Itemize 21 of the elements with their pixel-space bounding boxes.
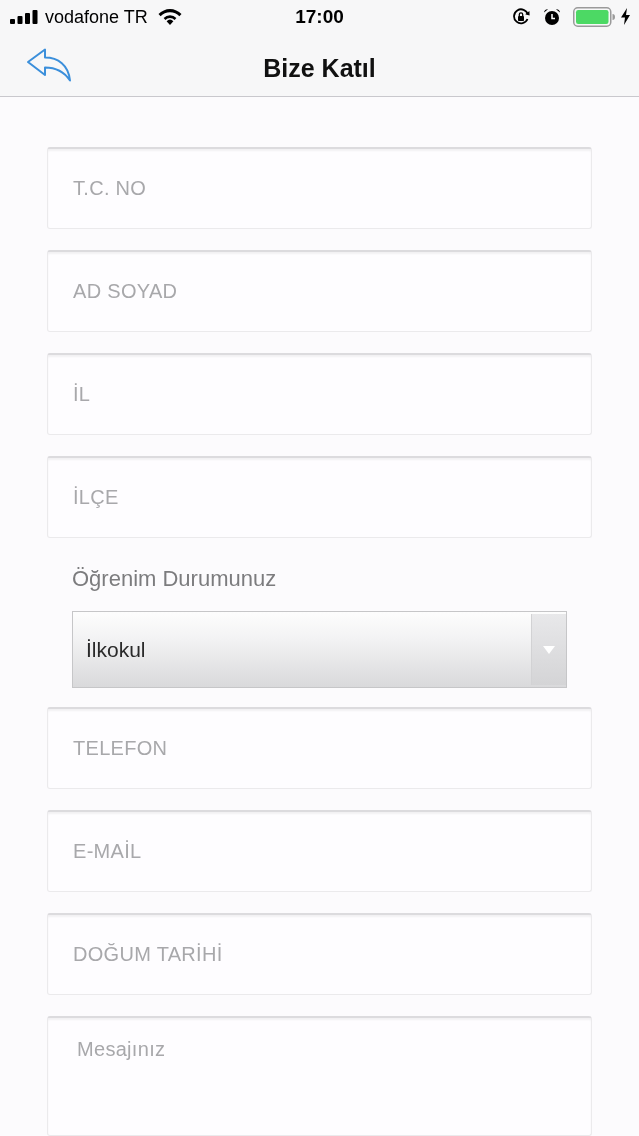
- input-field[interactable]: İLÇE: [47, 456, 592, 538]
- battery-icon: [573, 6, 615, 27]
- orientation-lock-icon: [512, 7, 530, 26]
- curved-arrow-icon: [26, 47, 72, 82]
- dropdown-select[interactable]: İlkokul: [72, 611, 567, 688]
- input-field[interactable]: AD SOYAD: [47, 250, 592, 332]
- message-field[interactable]: Mesajınız: [47, 1016, 592, 1136]
- input-field[interactable]: DOĞUM TARİHİ: [47, 913, 592, 995]
- alarm-clock-icon: [543, 7, 561, 26]
- input-field[interactable]: T.C. NO: [47, 147, 592, 229]
- wifi-icon: [157, 8, 182, 26]
- carrier-name: vodafone TR: [45, 5, 148, 28]
- input-field[interactable]: TELEFON: [47, 707, 592, 789]
- input-field[interactable]: İL: [47, 353, 592, 435]
- clock-time: 17:00: [294, 5, 345, 28]
- field-label: Öğrenim Durumunuz: [72, 565, 278, 593]
- page-title: Bize Katıl: [262, 53, 377, 85]
- signal-bars-icon: [10, 9, 38, 24]
- back-button[interactable]: [26, 47, 72, 82]
- input-field[interactable]: E-MAİL: [47, 810, 592, 892]
- caret-icon: [531, 614, 566, 685]
